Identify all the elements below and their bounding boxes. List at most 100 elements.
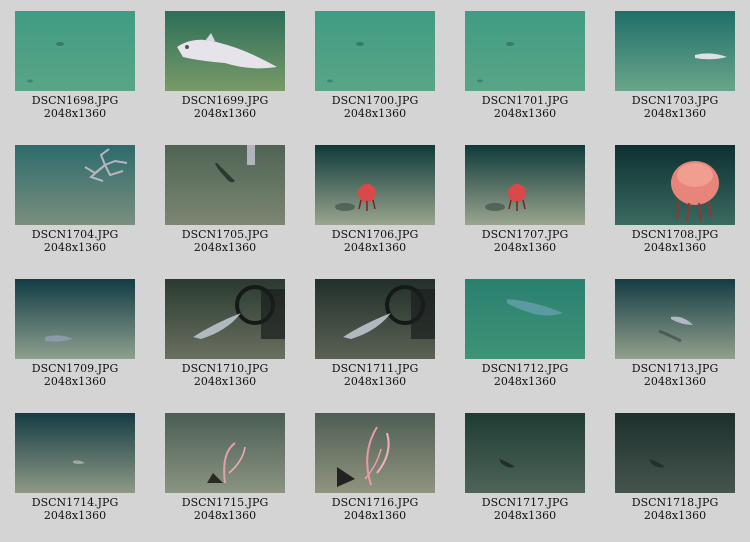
photo-scene — [615, 11, 735, 91]
thumbnail-cell[interactable]: DSCN1699.JPG 2048x1360 — [150, 0, 300, 134]
photo-scene — [315, 413, 435, 493]
thumbnail-cell[interactable]: DSCN1709.JPG 2048x1360 — [0, 268, 150, 402]
thumbnail-filename: DSCN1711.JPG — [331, 362, 419, 375]
thumbnail-filename: DSCN1717.JPG — [481, 496, 569, 509]
thumbnail-cell[interactable]: DSCN1716.JPG 2048x1360 — [300, 402, 450, 536]
thumbnail-filename: DSCN1700.JPG — [331, 94, 419, 107]
thumbnail-filename: DSCN1709.JPG — [31, 362, 119, 375]
thumbnail-dimensions: 2048x1360 — [193, 107, 257, 120]
thumbnail-image[interactable] — [465, 279, 585, 359]
thumbnail-dimensions: 2048x1360 — [193, 509, 257, 522]
photo-scene — [165, 145, 285, 225]
thumbnail-image[interactable] — [15, 145, 135, 225]
thumbnail-filename: DSCN1710.JPG — [181, 362, 269, 375]
thumbnail-cell[interactable]: DSCN1710.JPG 2048x1360 — [150, 268, 300, 402]
thumbnail-filename: DSCN1713.JPG — [631, 362, 719, 375]
photo-scene — [315, 279, 435, 359]
photo-scene — [15, 11, 135, 91]
thumbnail-cell[interactable]: DSCN1715.JPG 2048x1360 — [150, 402, 300, 536]
thumbnail-filename: DSCN1703.JPG — [631, 94, 719, 107]
thumbnail-cell[interactable]: DSCN1714.JPG 2048x1360 — [0, 402, 150, 536]
thumbnail-dimensions: 2048x1360 — [643, 509, 707, 522]
thumbnail-filename: DSCN1714.JPG — [31, 496, 119, 509]
thumbnail-cell[interactable]: DSCN1708.JPG 2048x1360 — [600, 134, 750, 268]
photo-scene — [615, 279, 735, 359]
thumbnail-cell[interactable]: DSCN1713.JPG 2048x1360 — [600, 268, 750, 402]
thumbnail-filename: DSCN1701.JPG — [481, 94, 569, 107]
thumbnail-dimensions: 2048x1360 — [343, 509, 407, 522]
thumbnail-cell[interactable]: DSCN1707.JPG 2048x1360 — [450, 134, 600, 268]
photo-scene — [15, 413, 135, 493]
thumbnail-image[interactable] — [15, 279, 135, 359]
thumbnail-filename: DSCN1712.JPG — [481, 362, 569, 375]
thumbnail-cell[interactable]: DSCN1703.JPG 2048x1360 — [600, 0, 750, 134]
thumbnail-dimensions: 2048x1360 — [643, 241, 707, 254]
thumbnail-cell[interactable]: DSCN1712.JPG 2048x1360 — [450, 268, 600, 402]
thumbnail-filename: DSCN1718.JPG — [631, 496, 719, 509]
photo-scene — [465, 279, 585, 359]
thumbnail-image[interactable] — [465, 145, 585, 225]
thumbnail-dimensions: 2048x1360 — [343, 241, 407, 254]
thumbnail-cell[interactable]: DSCN1700.JPG 2048x1360 — [300, 0, 450, 134]
thumbnail-filename: DSCN1708.JPG — [631, 228, 719, 241]
thumbnail-dimensions: 2048x1360 — [493, 107, 557, 120]
thumbnail-image[interactable] — [315, 11, 435, 91]
thumbnail-filename: DSCN1706.JPG — [331, 228, 419, 241]
thumbnail-image[interactable] — [615, 11, 735, 91]
photo-scene — [615, 145, 735, 225]
thumbnail-image[interactable] — [15, 11, 135, 91]
photo-scene — [315, 145, 435, 225]
thumbnail-dimensions: 2048x1360 — [493, 241, 557, 254]
thumbnail-cell[interactable]: DSCN1718.JPG 2048x1360 — [600, 402, 750, 536]
thumbnail-image[interactable] — [315, 145, 435, 225]
photo-scene — [15, 145, 135, 225]
thumbnail-cell[interactable]: DSCN1717.JPG 2048x1360 — [450, 402, 600, 536]
thumbnail-dimensions: 2048x1360 — [643, 375, 707, 388]
thumbnail-image[interactable] — [165, 413, 285, 493]
thumbnail-dimensions: 2048x1360 — [43, 509, 107, 522]
thumbnail-dimensions: 2048x1360 — [193, 375, 257, 388]
thumbnail-cell[interactable]: DSCN1705.JPG 2048x1360 — [150, 134, 300, 268]
thumbnail-dimensions: 2048x1360 — [493, 509, 557, 522]
thumbnail-image[interactable] — [615, 279, 735, 359]
thumbnail-filename: DSCN1707.JPG — [481, 228, 569, 241]
photo-scene — [165, 279, 285, 359]
thumbnail-image[interactable] — [15, 413, 135, 493]
thumbnail-image[interactable] — [315, 413, 435, 493]
thumbnail-image[interactable] — [165, 145, 285, 225]
thumbnail-dimensions: 2048x1360 — [43, 107, 107, 120]
thumbnail-image[interactable] — [465, 11, 585, 91]
thumbnail-cell[interactable]: DSCN1706.JPG 2048x1360 — [300, 134, 450, 268]
photo-scene — [465, 145, 585, 225]
thumbnail-dimensions: 2048x1360 — [493, 375, 557, 388]
thumbnail-dimensions: 2048x1360 — [193, 241, 257, 254]
thumbnail-filename: DSCN1699.JPG — [181, 94, 269, 107]
thumbnail-image[interactable] — [615, 413, 735, 493]
photo-scene — [465, 11, 585, 91]
thumbnail-image[interactable] — [165, 11, 285, 91]
thumbnail-image[interactable] — [165, 279, 285, 359]
photo-scene — [615, 413, 735, 493]
thumbnail-filename: DSCN1716.JPG — [331, 496, 419, 509]
thumbnail-dimensions: 2048x1360 — [343, 375, 407, 388]
thumbnail-cell[interactable]: DSCN1698.JPG 2048x1360 — [0, 0, 150, 134]
thumbnail-cell[interactable]: DSCN1701.JPG 2048x1360 — [450, 0, 600, 134]
thumbnail-filename: DSCN1715.JPG — [181, 496, 269, 509]
photo-scene — [165, 413, 285, 493]
thumbnail-dimensions: 2048x1360 — [43, 241, 107, 254]
thumbnail-cell[interactable]: DSCN1704.JPG 2048x1360 — [0, 134, 150, 268]
thumbnail-image[interactable] — [465, 413, 585, 493]
thumbnail-dimensions: 2048x1360 — [343, 107, 407, 120]
thumbnail-dimensions: 2048x1360 — [643, 107, 707, 120]
thumbnail-filename: DSCN1704.JPG — [31, 228, 119, 241]
photo-scene — [165, 11, 285, 91]
thumbnail-dimensions: 2048x1360 — [43, 375, 107, 388]
thumbnail-filename: DSCN1698.JPG — [31, 94, 119, 107]
photo-scene — [15, 279, 135, 359]
thumbnail-cell[interactable]: DSCN1711.JPG 2048x1360 — [300, 268, 450, 402]
thumbnail-image[interactable] — [615, 145, 735, 225]
thumbnail-grid: DSCN1698.JPG 2048x1360 DSCN1699.JPG 2048x13… — [0, 0, 750, 542]
photo-scene — [465, 413, 585, 493]
thumbnail-image[interactable] — [315, 279, 435, 359]
photo-scene — [315, 11, 435, 91]
